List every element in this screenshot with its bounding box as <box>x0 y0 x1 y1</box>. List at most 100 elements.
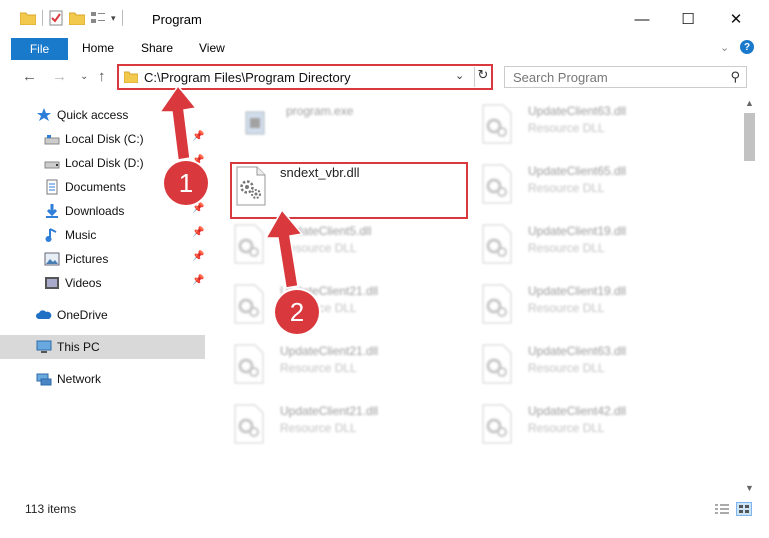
expand-ribbon-icon[interactable]: ⌄ <box>720 41 729 54</box>
search-icon: ⚲ <box>730 69 740 84</box>
search-placeholder: Search Program <box>513 70 608 85</box>
minimize-icon: — <box>634 10 650 28</box>
minimize-button[interactable]: — <box>619 0 665 38</box>
file-item[interactable]: UpdateClient21.dll Resource DLL <box>232 404 462 454</box>
recent-locations-button[interactable]: ⌄ <box>80 71 88 82</box>
tiles-view-icon <box>739 505 749 513</box>
address-dropdown-icon[interactable]: ⌄ <box>455 69 464 82</box>
sidebar-item-downloads[interactable]: Downloads 📌 <box>0 199 205 223</box>
file-item[interactable]: UpdateClient19.dll Resource DLL <box>480 284 710 334</box>
sidebar-item-label: Documents <box>65 180 126 194</box>
file-name: UpdateClient19.dll <box>528 284 627 298</box>
quick-access-toolbar: ▾ <box>20 10 123 26</box>
details-view-button[interactable] <box>714 502 730 516</box>
toolbar-separator <box>121 10 123 26</box>
file-type: Resource DLL <box>528 361 605 375</box>
toolbar-separator <box>42 10 43 26</box>
file-item[interactable]: UpdateClient63.dll Resource DLL <box>480 344 710 394</box>
file-name: UpdateClient63.dll <box>528 344 627 358</box>
back-button[interactable]: ← <box>22 68 37 85</box>
dll-icon <box>480 104 514 144</box>
properties-icon[interactable] <box>49 10 63 26</box>
file-type: Resource DLL <box>528 181 605 195</box>
dll-icon <box>232 224 266 264</box>
tab-share[interactable]: Share <box>141 41 173 55</box>
folder-icon[interactable] <box>20 11 36 25</box>
file-name: UpdateClient21.dll <box>280 344 379 358</box>
navigation-pane: Quick access Local Disk (C:) 📌 Local Dis… <box>0 96 208 494</box>
window-title: Program <box>152 12 202 27</box>
details-view-icon <box>715 504 729 514</box>
forward-button[interactable]: → <box>52 68 67 85</box>
file-type: Resource DLL <box>528 421 605 435</box>
sidebar-item-label: OneDrive <box>57 308 108 322</box>
navigation-bar: ← → ⌄ ↑ C:\Program Files\Program Directo… <box>0 60 769 96</box>
pin-icon[interactable]: 📌 <box>192 131 204 142</box>
item-count: 113 items <box>25 502 77 516</box>
scrollbar-thumb[interactable] <box>744 113 755 161</box>
customize-toolbar-icon[interactable]: ▾ <box>111 13 116 24</box>
sidebar-item-onedrive[interactable]: OneDrive <box>0 303 205 327</box>
music-icon <box>44 227 60 243</box>
sidebar-item-label: This PC <box>57 340 100 354</box>
sidebar-item-label: Network <box>57 372 102 386</box>
new-folder-icon[interactable] <box>69 11 85 25</box>
dll-icon <box>480 344 514 384</box>
address-path[interactable]: C:\Program Files\Program Directory <box>144 70 351 85</box>
scroll-down-icon[interactable]: ▼ <box>745 483 754 493</box>
file-item[interactable]: UpdateClient21.dll Resource DLL <box>232 284 462 334</box>
help-icon[interactable]: ? <box>740 40 754 54</box>
videos-icon <box>44 275 60 291</box>
file-item[interactable]: UpdateClient65.dll Resource DLL <box>480 164 710 214</box>
computer-icon <box>36 339 52 355</box>
file-item[interactable]: UpdateClient19.dll Resource DLL <box>480 224 710 274</box>
view-options-icon[interactable] <box>91 11 105 25</box>
status-bar: 113 items <box>0 494 769 520</box>
sidebar-item-videos[interactable]: Videos 📌 <box>0 271 205 295</box>
step-2-badge: 2 <box>275 290 319 334</box>
up-button[interactable]: ↑ <box>98 68 106 85</box>
sidebar-item-this-pc[interactable]: This PC <box>0 335 205 359</box>
dll-icon <box>480 404 514 444</box>
file-item[interactable]: UpdateClient63.dll Resource DLL <box>480 104 710 154</box>
file-item[interactable]: program.exe <box>238 104 468 154</box>
tab-home[interactable]: Home <box>82 41 114 55</box>
drive-icon <box>44 131 60 147</box>
file-type: Resource DLL <box>528 241 605 255</box>
maximize-button[interactable]: ☐ <box>665 0 711 38</box>
search-input[interactable]: Search Program ⚲ <box>504 66 747 88</box>
file-name: UpdateClient65.dll <box>528 164 627 178</box>
sidebar-item-quick-access[interactable]: Quick access <box>0 103 205 127</box>
star-icon <box>36 107 52 123</box>
sidebar-item-local-disk-c[interactable]: Local Disk (C:) 📌 <box>0 127 205 151</box>
file-item[interactable]: UpdateClient5.dll Resource DLL <box>232 224 462 274</box>
file-item[interactable]: UpdateClient21.dll Resource DLL <box>232 344 462 394</box>
step-1-badge: 1 <box>164 161 208 205</box>
dll-icon <box>232 404 266 444</box>
tiles-view-button[interactable] <box>736 502 752 516</box>
file-type: Resource DLL <box>280 241 357 255</box>
file-type: Resource DLL <box>280 361 357 375</box>
sidebar-item-music[interactable]: Music 📌 <box>0 223 205 247</box>
file-name: UpdateClient63.dll <box>528 104 627 118</box>
file-name: UpdateClient5.dll <box>280 224 372 238</box>
file-item[interactable]: UpdateClient42.dll Resource DLL <box>480 404 710 454</box>
pin-icon[interactable]: 📌 <box>192 275 204 286</box>
scroll-up-icon[interactable]: ▲ <box>745 98 754 108</box>
pin-icon[interactable]: 📌 <box>192 203 204 214</box>
pin-icon[interactable]: 📌 <box>192 227 204 238</box>
refresh-icon[interactable]: ↻ <box>474 67 491 87</box>
vertical-scrollbar[interactable]: ▲ ▼ <box>741 96 759 494</box>
close-button[interactable]: ✕ <box>713 0 759 38</box>
dll-icon <box>480 224 514 264</box>
tab-file[interactable]: File <box>11 38 68 60</box>
title-bar: ▾ Program — ☐ ✕ <box>0 0 769 38</box>
sidebar-item-network[interactable]: Network <box>0 367 205 391</box>
address-bar[interactable]: C:\Program Files\Program Directory ⌄ ↻ <box>117 64 493 90</box>
file-type: Resource DLL <box>528 301 605 315</box>
documents-icon <box>44 179 60 195</box>
sidebar-item-pictures[interactable]: Pictures 📌 <box>0 247 205 271</box>
pin-icon[interactable]: 📌 <box>192 251 204 262</box>
file-type: Resource DLL <box>280 421 357 435</box>
tab-view[interactable]: View <box>199 41 225 55</box>
